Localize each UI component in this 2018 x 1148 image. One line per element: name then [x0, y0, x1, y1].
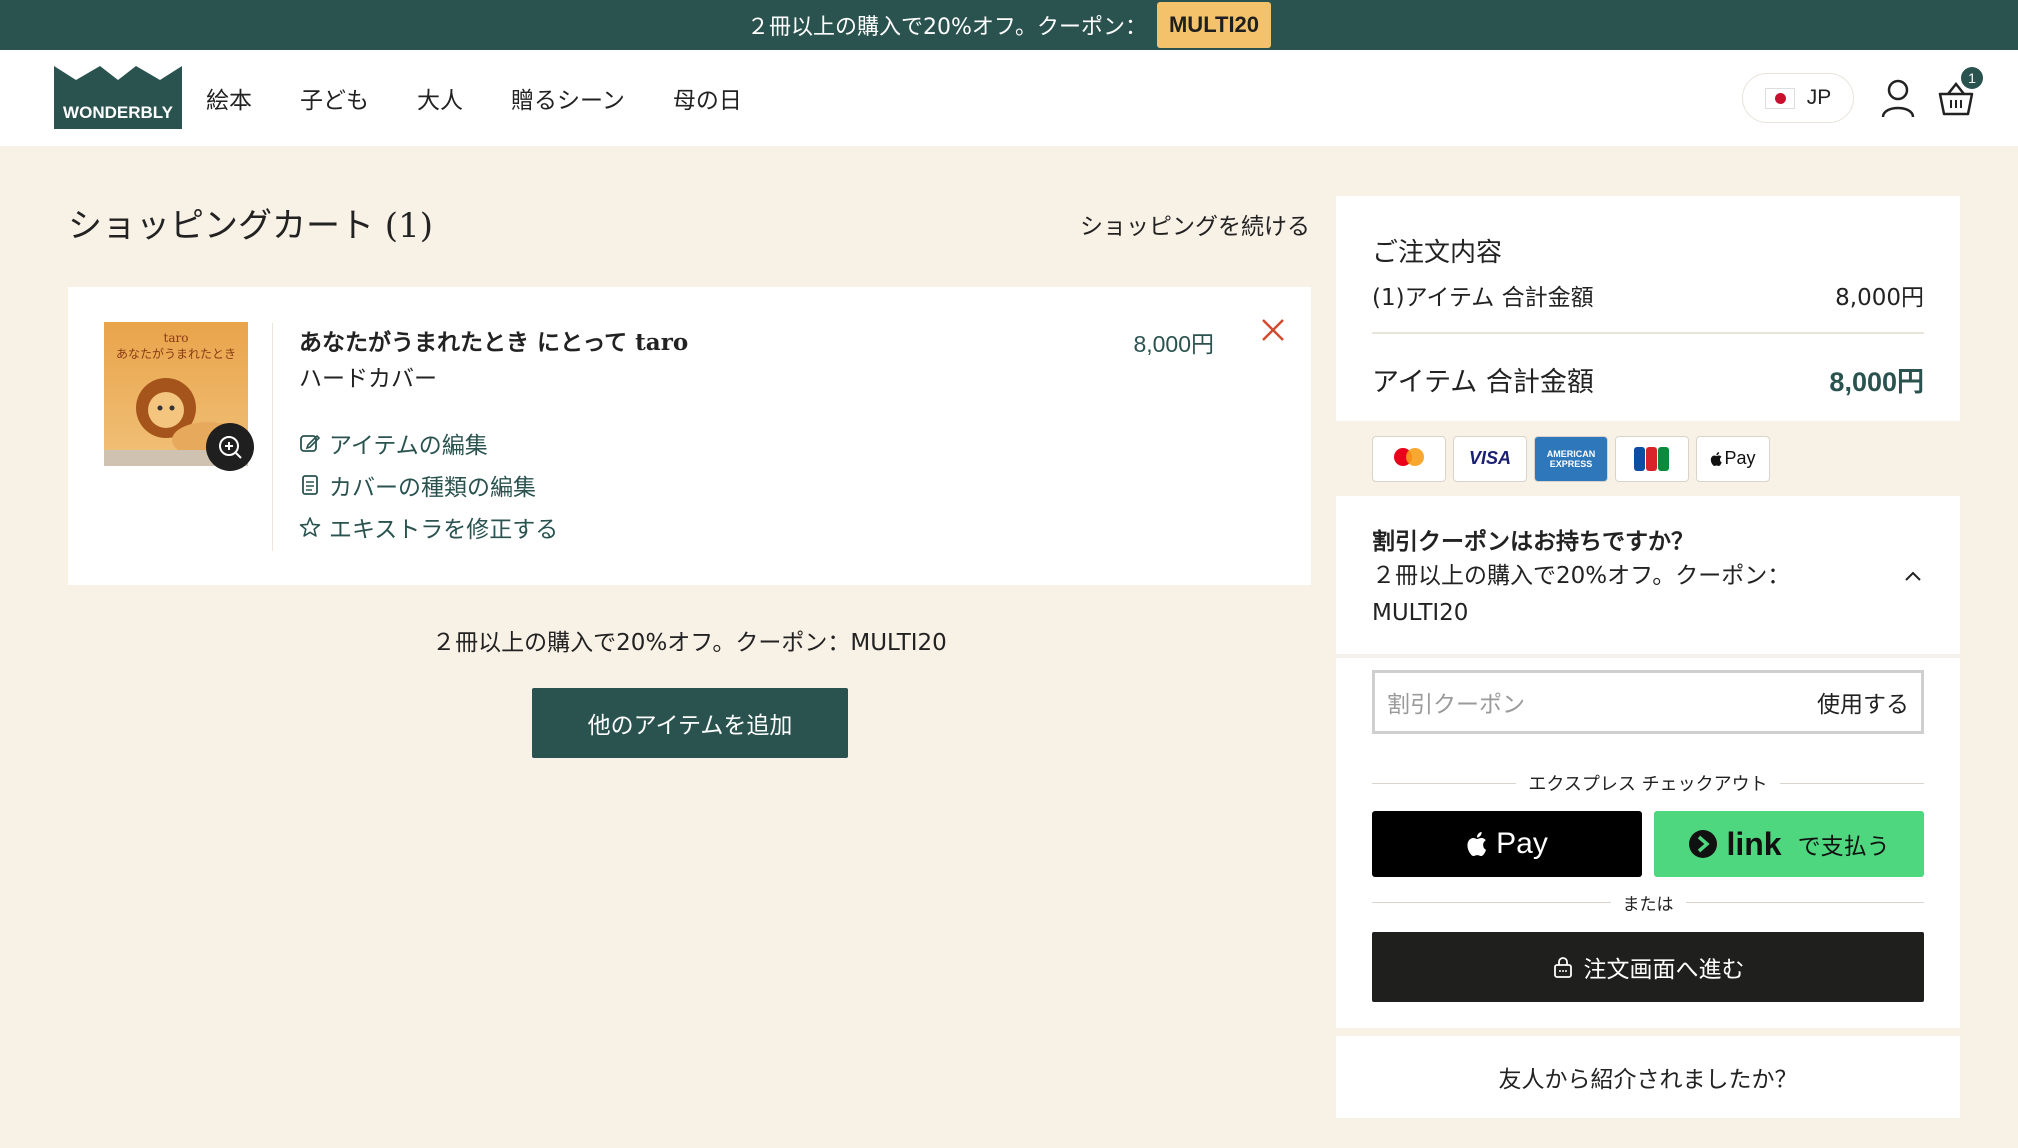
- item-name: あなたがうまれたとき にとって taro: [299, 329, 689, 356]
- japan-flag-icon: [1764, 87, 1795, 109]
- locale-label: JP: [1806, 86, 1832, 109]
- nav-item-mothers-day[interactable]: 母の日: [673, 81, 742, 115]
- coupon-input[interactable]: 割引クーポン 使用する: [1372, 670, 1924, 734]
- account-icon[interactable]: [1880, 78, 1916, 118]
- site-header: WONDERBLY 絵本 子ども 大人 贈るシーン 母の日 JP: [0, 50, 2018, 146]
- express-checkout-divider: エクスプレス チェックアウト: [1372, 770, 1924, 796]
- add-more-items-button[interactable]: 他のアイテムを追加: [532, 688, 848, 758]
- edit-cover-type-link[interactable]: カバーの種類の編集: [299, 471, 558, 501]
- express-checkout-label: エクスプレス チェックアウト: [1528, 774, 1768, 795]
- order-summary: ご注文内容 (1)アイテム 合計金額 8,000円 アイテム 合計金額 8,00…: [1336, 196, 1960, 1118]
- amex-icon: AMERICAN EXPRESS: [1534, 435, 1608, 482]
- edit-item-link[interactable]: アイテムの編集: [299, 429, 558, 459]
- coupon-section: 割引クーポンはお持ちですか？ ２冊以上の購入で20%オフ。クーポン：MULTI2…: [1336, 496, 1960, 654]
- nav-item-books[interactable]: 絵本: [206, 81, 252, 115]
- cart-item: taro あなたがうまれたとき あなたがうまれたとき にとって taro ハード…: [68, 287, 1311, 585]
- nav-item-kids[interactable]: 子ども: [300, 81, 369, 115]
- remove-item-close-icon[interactable]: [1258, 315, 1288, 345]
- document-icon: [302, 475, 318, 495]
- summary-totals: ご注文内容 (1)アイテム 合計金額 8,000円 アイテム 合計金額 8,00…: [1336, 196, 1960, 421]
- checkout-section: 割引クーポン 使用する エクスプレス チェックアウト Pay link で支払う…: [1336, 658, 1960, 1028]
- link-arrow-icon: [1689, 830, 1718, 858]
- coupon-question: 割引クーポンはお持ちですか？: [1372, 529, 1694, 555]
- locale-selector[interactable]: JP: [1742, 73, 1854, 123]
- coupon-placeholder: 割引クーポン: [1387, 692, 1525, 718]
- total-value: 8,000円: [1829, 367, 1924, 397]
- edit-icon: [300, 434, 321, 452]
- edit-extras-link[interactable]: エキストラを修正する: [299, 513, 558, 543]
- payment-methods: VISA AMERICAN EXPRESS Pay: [1336, 421, 1960, 496]
- logo-text: WONDERBLY: [63, 103, 174, 122]
- item-price: 8,000円: [1133, 331, 1214, 357]
- continue-shopping-link[interactable]: ショッピングを続ける: [1080, 207, 1310, 241]
- checkout-button[interactable]: 注文画面へ進む: [1372, 932, 1924, 1002]
- referral-link[interactable]: 友人から紹介されましたか？: [1336, 1036, 1960, 1118]
- mastercard-icon: [1372, 435, 1446, 482]
- item-actions: アイテムの編集 カバーの種類の編集 エキストラを修正する: [299, 429, 558, 543]
- apply-coupon-button[interactable]: 使用する: [1817, 685, 1909, 719]
- total-row: アイテム 合計金額 8,000円: [1372, 360, 1924, 399]
- main-nav: 絵本 子ども 大人 贈るシーン 母の日: [206, 50, 742, 146]
- subtotal-row: (1)アイテム 合計金額 8,000円: [1372, 278, 1924, 312]
- lock-icon: [1553, 957, 1572, 978]
- wonderbly-logo[interactable]: WONDERBLY: [54, 66, 182, 129]
- or-label: または: [1622, 895, 1674, 915]
- item-variant: ハードカバー: [299, 366, 437, 392]
- cart-promo-text: ２冊以上の購入で20%オフ。クーポン：MULTI20: [432, 630, 947, 656]
- zoom-in-icon: [219, 436, 242, 459]
- link-pay-button[interactable]: link で支払う: [1654, 811, 1924, 877]
- or-divider: または: [1372, 890, 1924, 915]
- subtotal-value: 8,000円: [1835, 285, 1924, 311]
- nav-item-adults[interactable]: 大人: [417, 81, 463, 115]
- jcb-icon: [1615, 435, 1689, 482]
- zoom-button[interactable]: [206, 423, 254, 471]
- apple-pay-icon: Pay: [1696, 435, 1770, 482]
- chevron-up-icon[interactable]: [1902, 566, 1924, 588]
- item-divider: [272, 323, 273, 551]
- nav-item-occasions[interactable]: 贈るシーン: [511, 81, 625, 115]
- promo-code-badge: MULTI20: [1156, 2, 1272, 48]
- promo-banner-text: ２冊以上の購入で20%オフ。クーポン：: [746, 15, 1147, 40]
- cart-count-badge: 1: [1961, 67, 1983, 89]
- apple-pay-button[interactable]: Pay: [1372, 811, 1642, 877]
- link-label: link: [1726, 825, 1782, 862]
- page-title: ショッピングカート (1): [68, 206, 433, 246]
- subtotal-label: (1)アイテム 合計金額: [1372, 285, 1594, 311]
- star-icon: [299, 517, 321, 537]
- apple-pay-label: Pay: [1496, 827, 1548, 860]
- checkout-label: 注文画面へ進む: [1583, 957, 1745, 983]
- summary-heading: ご注文内容: [1372, 238, 1503, 268]
- apple-icon: [1467, 832, 1487, 856]
- summary-divider: [1372, 332, 1924, 334]
- promo-banner: ２冊以上の購入で20%オフ。クーポン： MULTI20: [0, 0, 2018, 50]
- visa-icon: VISA: [1453, 435, 1527, 482]
- link-pay-label: で支払う: [1797, 834, 1890, 860]
- total-label: アイテム 合計金額: [1372, 367, 1594, 398]
- coupon-description: ２冊以上の購入で20%オフ。クーポン：MULTI20: [1372, 563, 1791, 626]
